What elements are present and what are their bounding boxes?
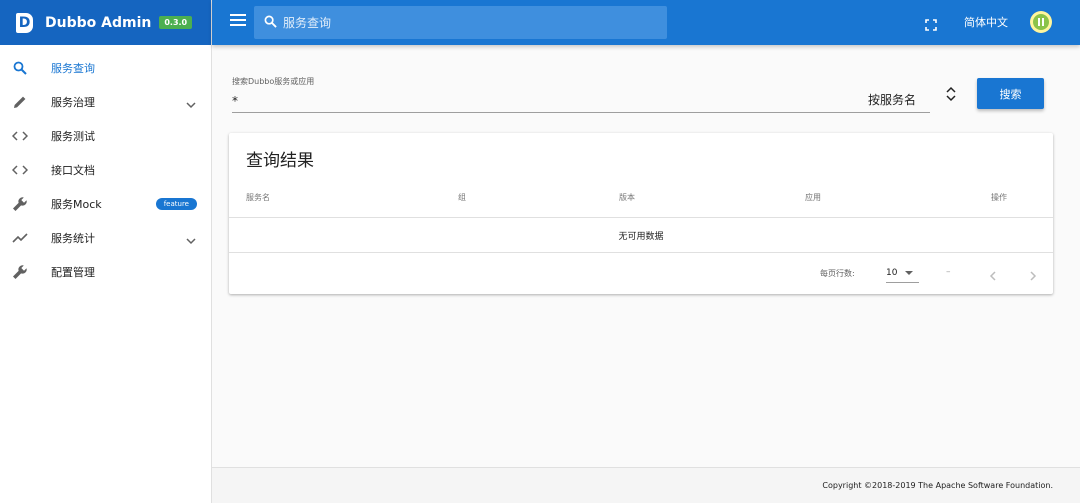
brand[interactable]: D Dubbo Admin 0.3.0 [0,0,211,45]
chevron-down-icon[interactable] [185,96,197,109]
avatar[interactable] [1030,11,1052,33]
column-header-service-name[interactable]: 服务名 [246,192,270,203]
results-title: 查询结果 [246,151,314,171]
search-icon [264,13,277,32]
header-divider [229,217,1053,218]
service-search-input[interactable] [232,94,868,112]
user-icon [1033,14,1049,30]
caret-down-icon [905,270,914,275]
global-search-input[interactable] [283,15,653,30]
global-search[interactable] [254,6,667,39]
chevron-down-icon[interactable] [185,232,197,245]
page-range: – [946,267,951,277]
empty-state-text: 无可用数据 [618,232,664,242]
version-badge: 0.3.0 [159,16,193,29]
results-card: 查询结果 服务名 组 版本 应用 操作 无可用数据 每页行数: 10 – [229,133,1053,294]
footer: Copyright ©2018-2019 The Apache Software… [212,467,1080,503]
sidebar-item-label: 配置管理 [51,266,95,279]
sidebar-item-label: 服务治理 [51,96,95,109]
search-button[interactable]: 搜索 [977,78,1044,109]
code-icon [12,128,28,144]
search-field: 按服务名 [232,89,930,113]
feature-badge: feature [155,198,197,210]
wrench-icon [12,264,28,280]
top-bar: 简体中文 [212,0,1080,45]
unfold-icon[interactable] [946,86,956,102]
sidebar-item-service-mock[interactable]: 服务Mock feature [0,187,211,221]
fullscreen-icon[interactable] [925,16,937,31]
dubbo-logo-icon: D [16,12,33,33]
column-header-group[interactable]: 组 [458,192,466,203]
column-header-application[interactable]: 应用 [805,192,821,203]
chevron-left-icon[interactable] [987,267,999,281]
sidebar-item-api-docs[interactable]: 接口文档 [0,153,211,187]
rows-per-page-value: 10 [886,267,898,278]
sidebar-item-label: 服务查询 [51,62,95,75]
search-type-select[interactable]: 按服务名 [868,91,916,112]
copyright-text: Copyright ©2018-2019 The Apache Software… [822,481,1053,490]
sidebar-item-label: 服务测试 [51,130,95,143]
sidebar-item-label: 服务Mock [51,198,102,211]
sidebar-nav: 服务查询 服务治理 服务测试 接口文档 服务Mock feature 服务统计 … [0,45,211,289]
column-header-version[interactable]: 版本 [619,192,635,203]
sidebar-item-service-statistics[interactable]: 服务统计 [0,221,211,255]
service-search-form: 搜索Dubbo服务或应用 按服务名 [232,76,956,113]
trending-up-icon [12,230,28,246]
search-icon [12,60,28,76]
sidebar-item-config-management[interactable]: 配置管理 [0,255,211,289]
sidebar-item-label: 服务统计 [51,232,95,245]
footer-divider [229,252,1053,253]
code-icon [12,162,28,178]
language-switch[interactable]: 简体中文 [964,14,1008,30]
sidebar-item-label: 接口文档 [51,164,95,177]
sidebar: D Dubbo Admin 0.3.0 服务查询 服务治理 服务测试 接口文档 … [0,0,212,503]
sidebar-item-service-test[interactable]: 服务测试 [0,119,211,153]
wrench-icon [12,196,28,212]
brand-title: Dubbo Admin [45,14,152,31]
column-header-operation: 操作 [991,193,1007,202]
rows-per-page-label: 每页行数: [820,269,855,278]
chevron-right-icon[interactable] [1027,267,1039,281]
menu-icon[interactable] [230,14,246,30]
sidebar-item-service-governance[interactable]: 服务治理 [0,85,211,119]
rows-per-page-select[interactable]: 10 [886,263,919,283]
search-field-label: 搜索Dubbo服务或应用 [232,77,315,86]
sidebar-item-service-search[interactable]: 服务查询 [0,51,211,85]
pencil-icon [12,94,28,110]
